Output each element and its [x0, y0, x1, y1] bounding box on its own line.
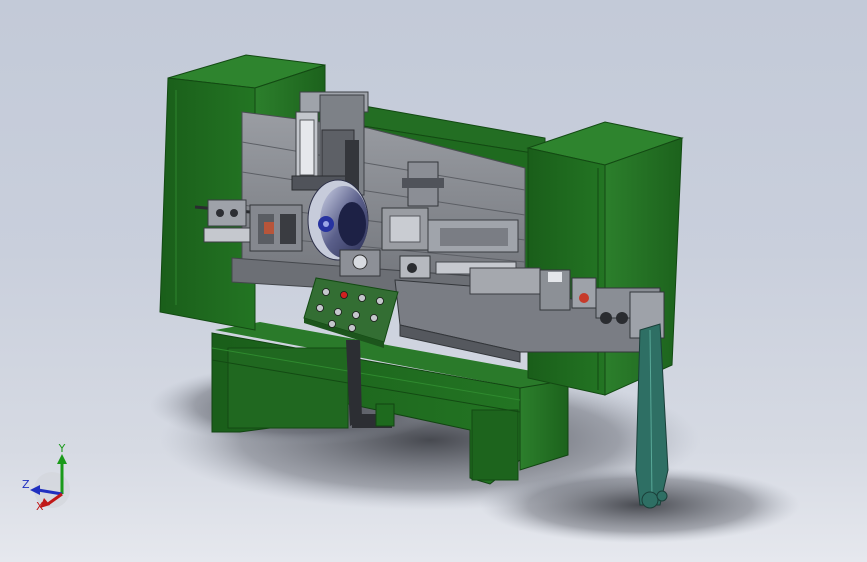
panel-button[interactable] — [316, 304, 324, 312]
machine-3d-model[interactable]: Y Z X — [0, 0, 867, 562]
panel-button[interactable] — [328, 320, 336, 328]
panel-button[interactable] — [340, 291, 348, 299]
y-axis-label: Y — [58, 442, 66, 455]
panel-button[interactable] — [370, 314, 378, 322]
panel-button[interactable] — [376, 297, 384, 305]
panel-button[interactable] — [348, 324, 356, 332]
panel-button[interactable] — [358, 294, 366, 302]
panel-button[interactable] — [352, 311, 360, 319]
cad-viewport[interactable]: Y Z X — [0, 0, 867, 562]
x-axis-label: X — [36, 500, 44, 513]
coordinate-triad: Y Z X — [22, 442, 70, 513]
y-axis-arrowhead — [57, 454, 67, 464]
vertical-actuator[interactable] — [291, 91, 369, 196]
cutting-disc[interactable] — [307, 179, 369, 261]
panel-button[interactable] — [334, 308, 342, 316]
panel-button[interactable] — [322, 288, 330, 296]
z-axis-label: Z — [22, 478, 30, 491]
